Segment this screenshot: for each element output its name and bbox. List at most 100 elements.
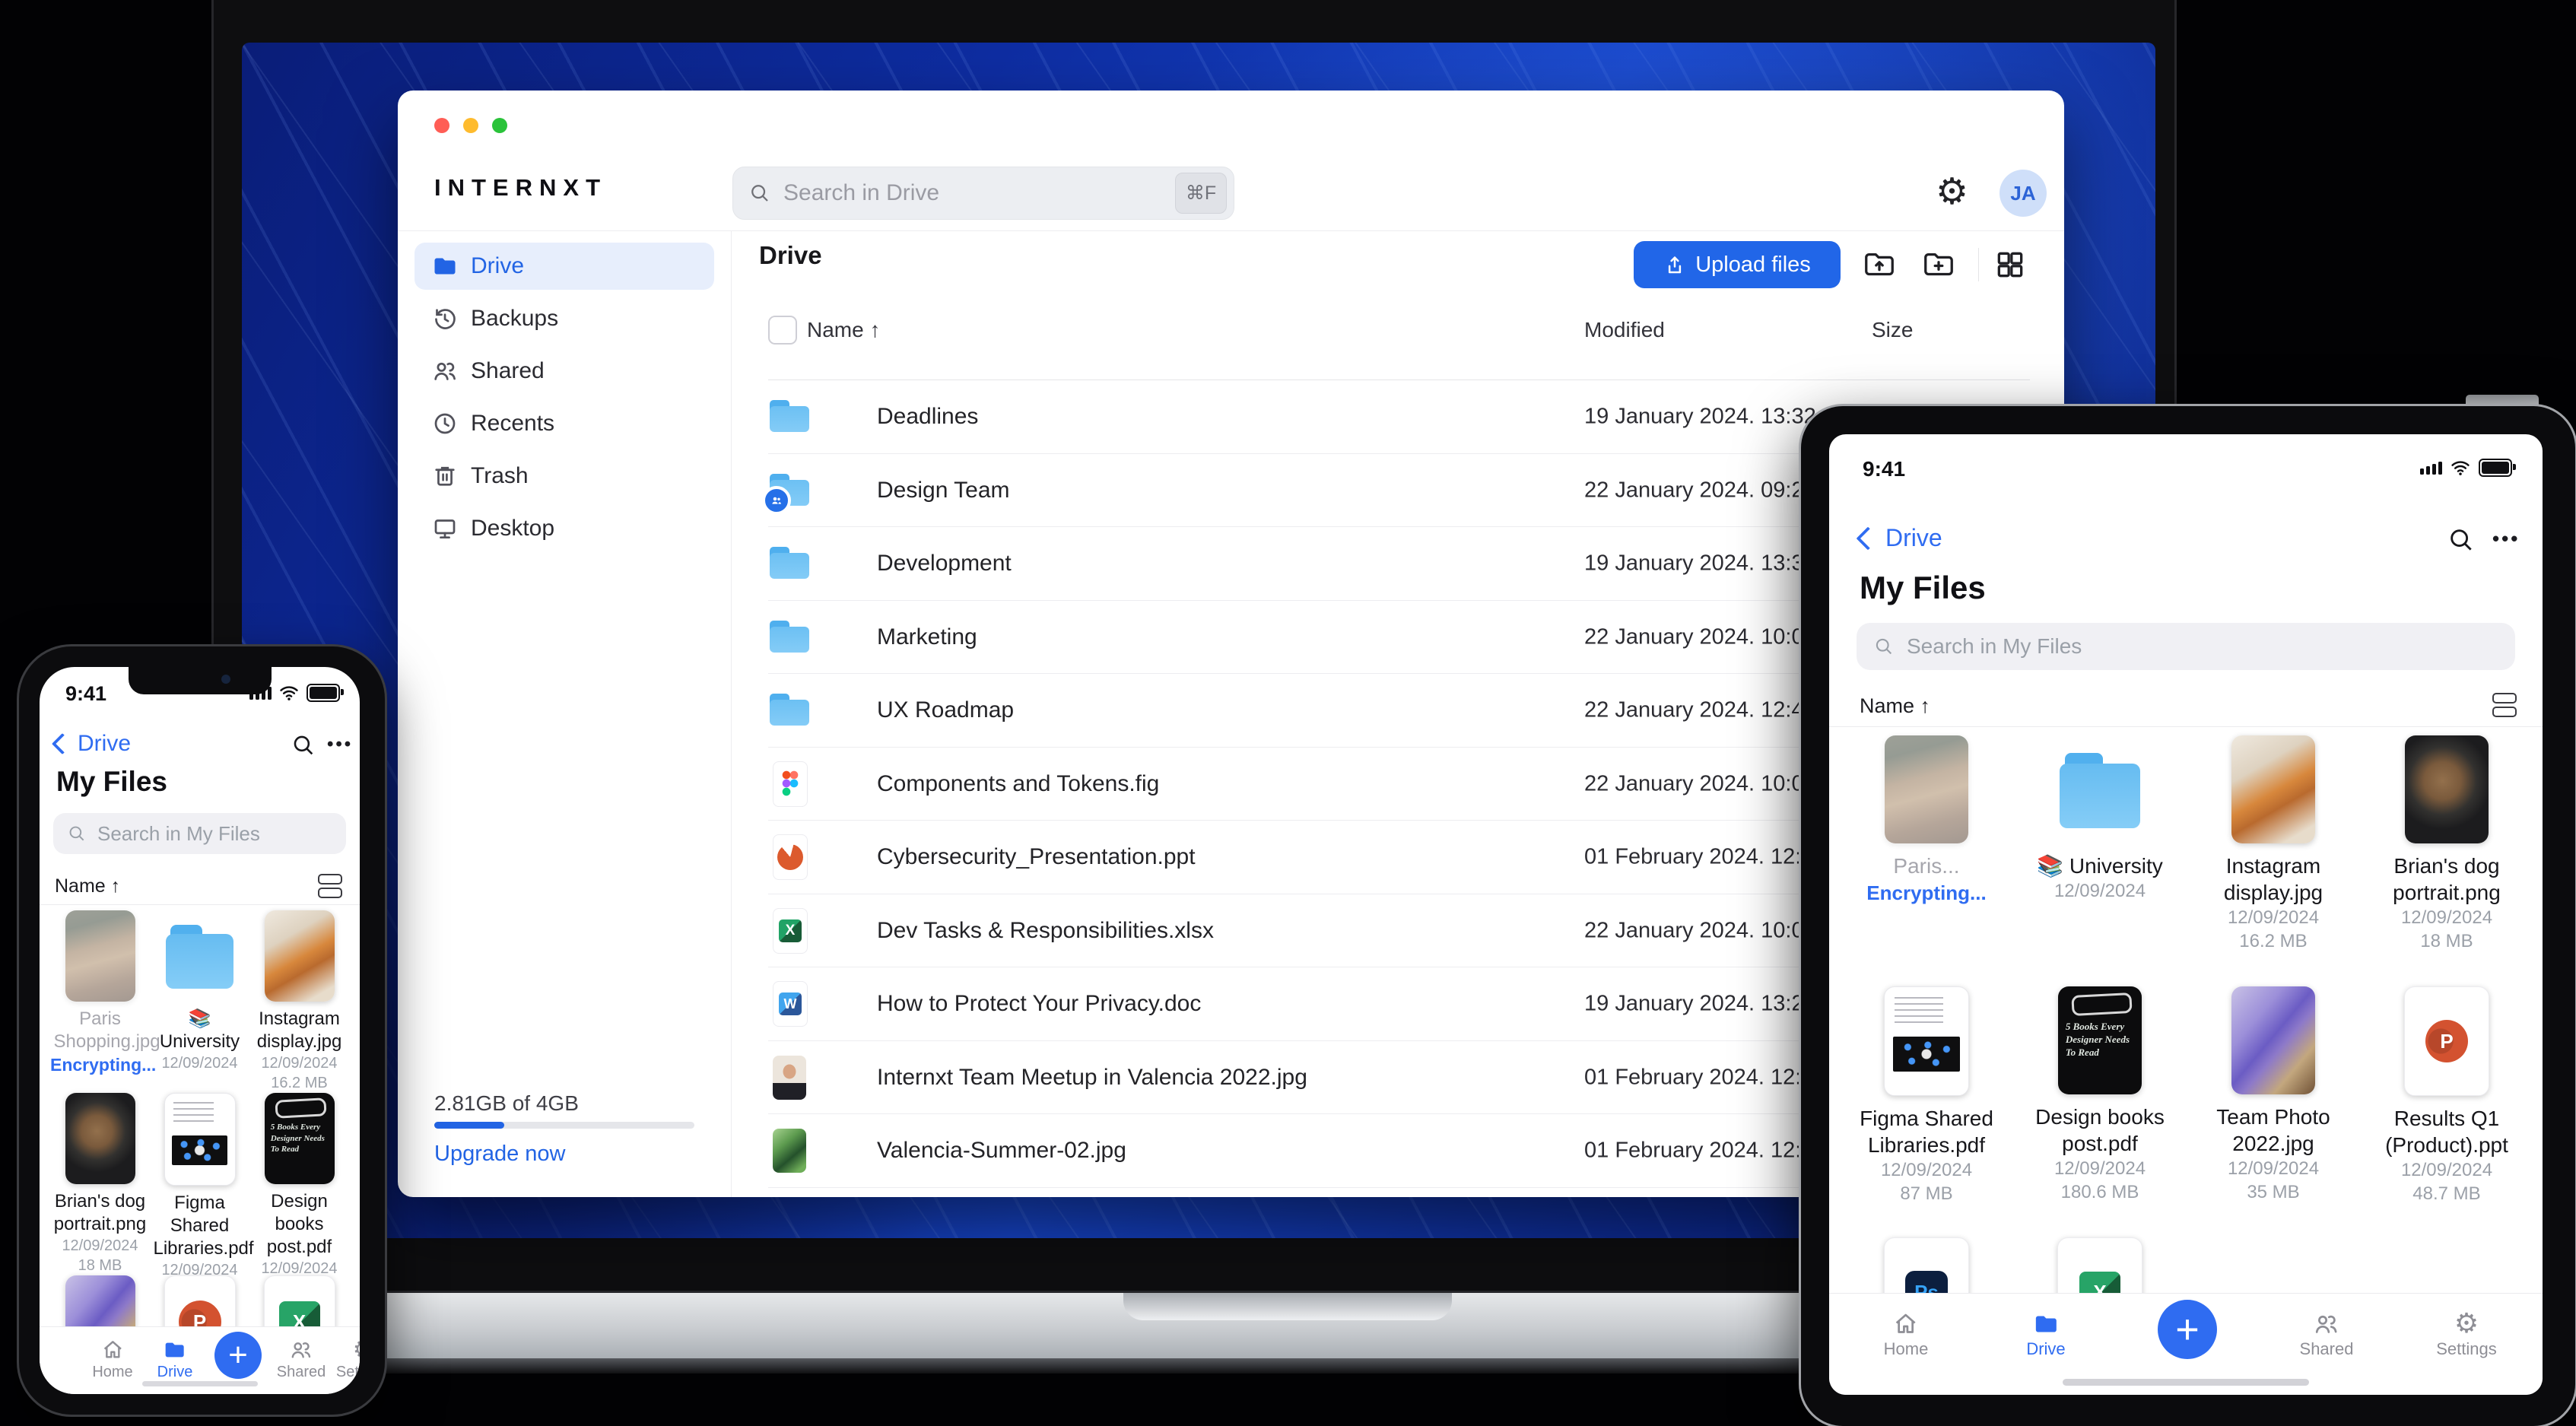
file-icon [768,394,811,440]
file-icon [773,981,808,1027]
file-name: Results Q1 (Product).ppt [2385,1107,2508,1157]
avatar[interactable]: JA [1999,170,2047,217]
search-button[interactable] [291,732,316,758]
file-name: 📚 University [2037,854,2163,878]
sidebar-item-label: Drive [471,253,525,278]
settings-gear-icon[interactable]: ⚙ [1936,171,1968,214]
file-size: 180.6 MB [2060,1182,2139,1202]
select-all-checkbox[interactable] [768,316,797,345]
sidebar-item-backups[interactable]: Backups [415,295,714,342]
add-button[interactable]: + [2158,1300,2217,1359]
tab-drive[interactable]: Drive [2026,1310,2066,1359]
wifi-icon [280,686,298,700]
tab-drive[interactable]: Drive [157,1338,193,1381]
divider [40,904,360,905]
file-size: 16.2 MB [271,1075,328,1091]
tab-home[interactable]: Home [1883,1310,1929,1359]
list-view-toggle[interactable] [2492,693,2517,717]
grid-view-toggle[interactable] [1992,248,2028,281]
ipad-frame: 9:41 Drive ••• My Files Name ↑ [1799,404,2576,1426]
grid-item[interactable]: Brian's dog portrait.png 12/09/2024 18 M… [2360,735,2533,986]
file-modified: 22 January 2024. 10:08 [1584,918,1816,943]
back-button[interactable]: Drive [1856,524,1942,552]
tab-bar: Home Drive + Shared ⚙ Settings [1829,1293,2543,1395]
history-icon [435,309,456,329]
folder-icon [2035,1316,2057,1332]
file-icon [768,688,811,733]
search-bar[interactable] [53,813,346,854]
tab-label: Drive [157,1364,193,1380]
search-bar[interactable] [1857,623,2515,670]
file-date: 12/09/2024 [2053,881,2146,901]
book-cover-text: 5 Books Every Designer Needs To Read [2065,1021,2130,1059]
file-date: 12/09/2024 [161,1055,238,1072]
keyboard-shortcut-badge: ⌘F [1175,173,1227,214]
search-input[interactable] [1905,634,2441,659]
status-time: 9:41 [1863,457,1906,481]
file-thumbnail [165,910,235,1002]
back-button[interactable]: Drive [51,731,131,757]
tab-shared[interactable]: Shared [277,1338,326,1381]
grid-item[interactable]: Paris Shopping.jpg Encrypting... [50,910,160,1093]
minimize-window-button[interactable] [463,118,478,133]
upload-files-button[interactable]: Upload files [1634,241,1841,288]
tab-settings[interactable]: ⚙ Settings [336,1336,360,1381]
divider [1829,726,2543,727]
upload-folder-button[interactable] [1861,248,1898,281]
grid-item[interactable]: 5 Books Every Designer Needs To Read Des… [2013,986,2187,1237]
tab-label: Shared [276,1364,326,1380]
file-thumbnail [2231,735,2315,843]
grid-item[interactable]: Instagram display.jpg 12/09/2024 16.2 MB [249,910,349,1093]
tab-settings[interactable]: ⚙ Settings [2436,1309,2497,1359]
signal-icon [2420,461,2442,475]
grid-item[interactable]: 5 Books Every Designer Needs To Read Des… [249,1093,349,1297]
file-name: Design books post.pdf [2035,1105,2165,1155]
file-thumbnail [2404,986,2489,1096]
column-header-size[interactable]: Size [1872,318,1913,342]
grid-item[interactable]: 📚 University 12/09/2024 [2013,735,2187,986]
tab-label: Settings [335,1364,360,1380]
grid-item[interactable]: 📚 University 12/09/2024 [150,910,249,1093]
file-date: 12/09/2024 [261,1055,338,1072]
sidebar-item-label: Backups [471,306,559,331]
more-options-button[interactable]: ••• [2492,527,2520,551]
tab-label: Home [1883,1339,1929,1358]
sidebar-item-drive[interactable]: Drive [415,243,714,290]
file-name: Paris Shopping.jpg [53,1008,160,1052]
file-size: 16.2 MB [2239,931,2308,951]
upload-files-label: Upload files [1695,252,1811,277]
search-button[interactable] [2447,526,2476,554]
file-modified: 22 January 2024. 12:44 [1584,697,1816,723]
sort-by-name[interactable]: Name ↑ [1860,694,1930,718]
file-thumbnail: 5 Books Every Designer Needs To Read [2058,986,2142,1094]
new-folder-button[interactable] [1920,248,1957,281]
tab-shared[interactable]: Shared [2300,1310,2353,1359]
back-label: Drive [1885,524,1942,551]
zoom-window-button[interactable] [492,118,507,133]
list-view-toggle[interactable] [318,874,342,898]
grid-item[interactable]: Figma Shared Libraries.pdf 12/09/2024 87… [150,1093,254,1298]
grid-item[interactable]: Brian's dog portrait.png 12/09/2024 18 M… [50,1093,150,1275]
grid-item[interactable]: Instagram display.jpg 12/09/2024 16.2 MB [2187,735,2360,986]
grid-item[interactable]: Figma Shared Libraries.pdf 12/09/2024 87… [1840,986,2013,1237]
column-header-name[interactable]: Name ↑ [807,318,880,342]
close-window-button[interactable] [434,118,449,133]
file-name: Brian's dog portrait.png [2393,854,2501,904]
add-button[interactable]: + [214,1332,262,1379]
search-input[interactable] [96,821,319,846]
people-icon [291,1342,311,1358]
file-name: Development [877,551,1012,576]
shared-people-icon [772,497,781,504]
search-input[interactable] [782,179,1142,207]
sort-by-name[interactable]: Name ↑ [55,875,120,897]
grid-item[interactable]: Team Photo 2022.jpg 12/09/2024 35 MB [2187,986,2360,1237]
tab-home[interactable]: Home [92,1338,133,1381]
column-header-modified[interactable]: Modified [1584,318,1665,342]
home-icon [1896,1313,1916,1333]
more-options-button[interactable]: ••• [327,734,353,755]
grid-item[interactable]: Paris... Encrypting... [1840,735,2013,986]
search-icon [69,826,84,841]
drive-search-bar[interactable]: ⌘F [732,167,1234,220]
file-icon [773,834,808,881]
grid-item[interactable]: Results Q1 (Product).ppt 12/09/2024 48.7… [2360,986,2533,1237]
